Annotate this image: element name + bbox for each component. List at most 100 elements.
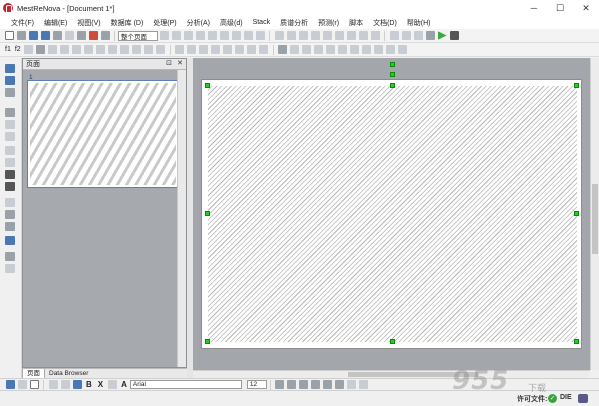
text-color-button[interactable]: A xyxy=(121,380,127,389)
menu-view[interactable]: 视图(V) xyxy=(72,18,105,28)
float-panel-icon[interactable]: ⊡ xyxy=(165,60,173,68)
close-spectrum-icon[interactable] xyxy=(5,252,15,261)
cosy-icon[interactable] xyxy=(235,45,245,54)
peaks-icon[interactable] xyxy=(120,45,130,54)
maximize-button[interactable]: ☐ xyxy=(547,0,573,16)
reference-icon[interactable] xyxy=(96,45,106,54)
copy-icon[interactable] xyxy=(64,31,74,40)
new-document-icon[interactable] xyxy=(4,31,14,40)
layout-icon[interactable] xyxy=(290,45,300,54)
select-tool-icon[interactable] xyxy=(5,64,15,73)
layers-icon[interactable] xyxy=(5,264,15,273)
print-icon[interactable] xyxy=(40,31,50,40)
minimize-button[interactable]: ─ xyxy=(521,0,547,16)
pan-tool-icon[interactable] xyxy=(5,88,15,97)
close-panel-icon[interactable]: ✕ xyxy=(176,60,184,68)
arrange-icon[interactable] xyxy=(326,45,336,54)
paste-icon[interactable] xyxy=(76,31,86,40)
distribute-icon[interactable] xyxy=(311,380,321,389)
line-dash-icon[interactable] xyxy=(60,380,70,389)
pages-panel-scrollbar[interactable] xyxy=(177,70,186,367)
ruler-icon[interactable] xyxy=(334,31,344,40)
menu-edit[interactable]: 编辑(E) xyxy=(39,18,72,28)
projection-icon[interactable] xyxy=(199,45,209,54)
zero-fill-icon[interactable] xyxy=(60,45,70,54)
open-folder-icon[interactable] xyxy=(16,31,26,40)
table-icon[interactable] xyxy=(389,31,399,40)
group-objects-icon[interactable] xyxy=(347,380,357,389)
crosshair-icon[interactable] xyxy=(322,31,332,40)
align-icon[interactable] xyxy=(302,45,312,54)
trace-icon[interactable] xyxy=(211,45,221,54)
superimpose-icon[interactable] xyxy=(298,31,308,40)
fid-icon[interactable] xyxy=(24,45,34,54)
bring-front-icon[interactable] xyxy=(323,380,333,389)
text-icon[interactable] xyxy=(362,45,372,54)
tab-pages[interactable]: 页面 xyxy=(22,368,45,379)
menu-predict[interactable]: 预测(r) xyxy=(313,18,344,28)
zoom-tool-icon[interactable] xyxy=(5,76,15,85)
vertical-scale-icon[interactable] xyxy=(5,198,15,207)
script-icon[interactable] xyxy=(425,31,435,40)
undo-icon[interactable] xyxy=(88,31,98,40)
menu-document[interactable]: 文档(D) xyxy=(368,18,402,28)
font-select[interactable]: Arial xyxy=(129,380,242,389)
menu-stack[interactable]: Stack xyxy=(248,19,276,26)
assign-icon[interactable] xyxy=(156,45,166,54)
stack-icon[interactable] xyxy=(286,31,296,40)
multiplet-tool-icon[interactable] xyxy=(5,146,15,155)
symmetrize-icon[interactable] xyxy=(175,45,185,54)
move-tool-icon[interactable] xyxy=(5,182,15,191)
canvas-horizontal-scrollbar[interactable] xyxy=(193,370,590,378)
redo-icon[interactable] xyxy=(100,31,110,40)
smoothing-icon[interactable] xyxy=(108,45,118,54)
f1-label[interactable]: f1 xyxy=(5,46,11,53)
align-center-icon[interactable] xyxy=(287,380,297,389)
line-color-icon[interactable] xyxy=(29,380,39,389)
rotation-handle[interactable] xyxy=(390,72,395,77)
settings-icon[interactable] xyxy=(413,31,423,40)
spectrum-icon[interactable] xyxy=(274,31,284,40)
group-icon[interactable] xyxy=(314,45,324,54)
selection-handle[interactable] xyxy=(574,339,579,344)
tab-data-browser[interactable]: Data Browser xyxy=(45,369,92,379)
fit-icon[interactable] xyxy=(183,31,193,40)
table-tool-icon[interactable] xyxy=(5,236,15,245)
line-width-icon[interactable] xyxy=(48,380,58,389)
molecule-icon[interactable] xyxy=(358,31,368,40)
menu-advanced[interactable]: 高级(d) xyxy=(215,18,248,28)
zoom-in-icon[interactable] xyxy=(159,31,169,40)
hmbc-icon[interactable] xyxy=(259,45,269,54)
document-canvas[interactable] xyxy=(193,58,590,370)
menu-database[interactable]: 数据库 (D) xyxy=(106,18,149,28)
pointer-icon[interactable] xyxy=(5,380,15,389)
color-icon[interactable] xyxy=(338,45,348,54)
selection-handle[interactable] xyxy=(390,83,395,88)
phase-icon[interactable] xyxy=(255,31,265,40)
rotation-handle[interactable] xyxy=(390,62,395,67)
font-size-select[interactable]: 12 xyxy=(246,380,267,389)
grid-icon[interactable] xyxy=(310,31,320,40)
align-left-icon[interactable] xyxy=(275,380,285,389)
menu-help[interactable]: 帮助(H) xyxy=(402,18,436,28)
menu-analysis[interactable]: 分析(A) xyxy=(182,18,215,28)
zoom-page-select[interactable]: 整个页面 xyxy=(118,30,158,41)
line-style-icon[interactable] xyxy=(350,45,360,54)
selection-handle[interactable] xyxy=(205,83,210,88)
contour-icon[interactable] xyxy=(187,45,197,54)
selection-handle[interactable] xyxy=(205,339,210,344)
subscript-button[interactable]: X xyxy=(98,380,103,389)
superscript-icon[interactable] xyxy=(107,380,117,389)
fill-color-icon[interactable] xyxy=(17,380,27,389)
zoom-out-icon[interactable] xyxy=(171,31,181,40)
align-right-icon[interactable] xyxy=(299,380,309,389)
f2-label[interactable]: f2 xyxy=(15,46,21,53)
export-icon[interactable] xyxy=(52,31,62,40)
close-button[interactable]: ✕ xyxy=(573,0,599,16)
bold-button[interactable]: B xyxy=(86,380,92,389)
selection-handle[interactable] xyxy=(390,339,395,344)
send-back-icon[interactable] xyxy=(335,380,345,389)
stop-icon[interactable] xyxy=(449,31,459,40)
drawing-tool-icon[interactable] xyxy=(5,222,15,231)
run-icon[interactable] xyxy=(437,31,447,40)
